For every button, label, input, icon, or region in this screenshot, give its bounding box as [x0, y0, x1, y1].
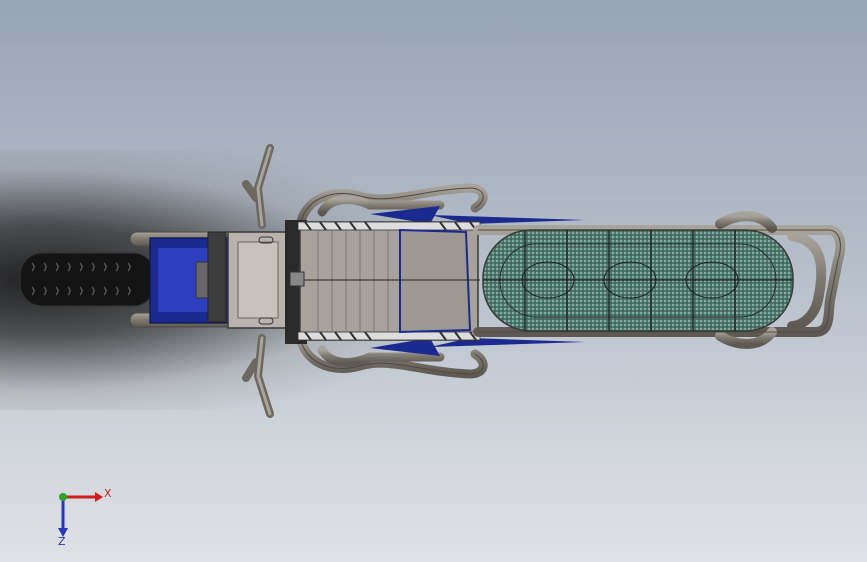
motorcycle-model[interactable]: X Z	[0, 0, 867, 562]
instrument-panel[interactable]	[227, 231, 289, 329]
x-axis-label: X	[104, 487, 112, 500]
y-axis-dot	[59, 493, 67, 501]
rear-tire-mesh[interactable]	[482, 229, 794, 332]
seat-body[interactable]	[285, 220, 481, 344]
graphics-viewport[interactable]: X Z	[0, 0, 867, 562]
coordinate-triad: X Z	[58, 487, 112, 548]
fuel-tank[interactable]	[149, 231, 231, 324]
front-tire[interactable]	[19, 252, 156, 307]
z-axis-label: Z	[58, 535, 66, 548]
